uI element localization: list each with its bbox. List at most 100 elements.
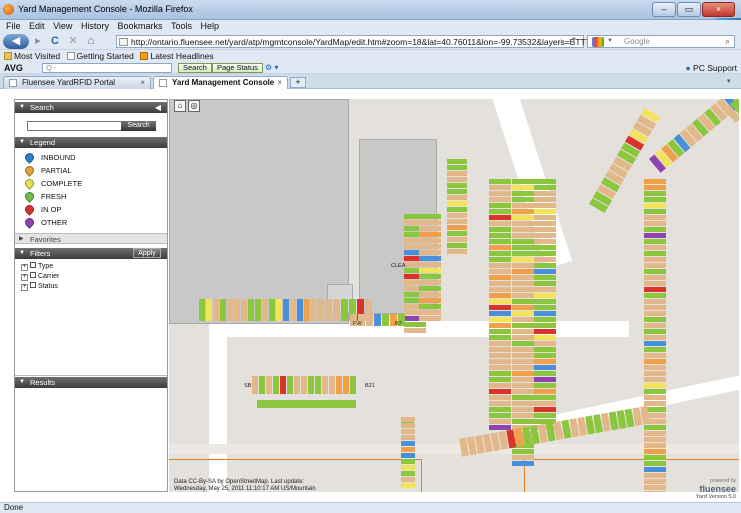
trailer-stall[interactable] [419,292,441,297]
trailer-stall[interactable] [644,335,666,340]
trailer-stall[interactable] [489,239,511,244]
trailer-stall[interactable] [401,459,415,464]
trailer-stall[interactable] [308,376,314,394]
filter-type[interactable]: + Type [21,262,53,272]
trailer-stall[interactable] [644,401,666,406]
trailer-stall[interactable] [404,322,426,327]
trailer-stall[interactable] [322,376,328,394]
trailer-stall[interactable] [325,299,332,321]
trailer-stall[interactable] [341,299,348,321]
trailer-stall[interactable] [644,455,666,460]
trailer-stall[interactable] [534,251,556,256]
trailer-stall[interactable] [512,383,534,388]
trailer-stall[interactable] [512,455,534,460]
bookmark-getting-started[interactable]: Getting Started [66,50,134,62]
trailer-stall[interactable] [512,281,534,286]
search-engine-dropdown-icon[interactable]: ▼ [607,38,613,44]
trailer-stall[interactable] [241,299,247,321]
filter-checkbox[interactable] [30,272,36,278]
trailer-stall[interactable] [401,477,415,482]
layers-icon[interactable]: ◎ [188,100,200,112]
trailer-stall[interactable] [534,347,556,352]
trailer-stall[interactable] [512,317,534,322]
trailer-stall[interactable] [512,239,534,244]
trailer-stall[interactable] [534,353,556,358]
yard-search-input[interactable] [27,121,122,131]
trailer-stall[interactable] [290,299,296,321]
address-bar[interactable]: http://ontario.fluensee.net/yard/atp/mgm… [116,35,596,48]
search-header[interactable]: ▼ Search ◀ [15,102,167,113]
trailer-stall[interactable] [489,365,511,370]
trailer-stall[interactable] [336,376,342,394]
trailer-stall[interactable] [512,329,534,334]
trailer-stall[interactable] [512,401,534,406]
trailer-stall[interactable] [512,419,534,424]
trailer-stall[interactable] [447,249,467,254]
trailer-stall[interactable] [644,437,666,442]
trailer-stall[interactable] [252,376,258,394]
trailer-stall[interactable] [489,251,511,256]
trailer-stall[interactable] [512,287,534,292]
trailer-stall[interactable] [489,203,511,208]
trailer-stall[interactable] [644,443,666,448]
trailer-stall[interactable] [534,407,556,412]
favorites-header[interactable]: ▶ Favorites [15,233,167,244]
trailer-stall[interactable] [644,341,666,346]
trailer-stall[interactable] [489,341,511,346]
trailer-stall[interactable] [644,185,666,190]
trailer-stall[interactable] [489,287,511,292]
trailer-stall[interactable] [419,304,441,309]
trailer-stall[interactable] [644,359,666,364]
trailer-stall[interactable] [512,413,534,418]
trailer-stall[interactable] [644,245,666,250]
trailer-stall[interactable] [294,376,300,394]
expand-plus-icon[interactable]: + [21,284,28,291]
tab-yard-management-console[interactable]: Yard Management Console × [153,76,288,89]
filter-checkbox[interactable] [30,262,36,268]
close-button[interactable]: × [702,2,735,17]
trailer-stall[interactable] [269,299,275,321]
trailer-stall[interactable] [534,395,556,400]
trailer-stall[interactable] [644,209,666,214]
collapse-panel-icon[interactable]: ◀ [155,102,161,113]
trailer-stall[interactable] [489,377,511,382]
trailer-stall[interactable] [419,310,441,315]
trailer-stall[interactable] [287,376,293,394]
trailer-stall[interactable] [227,299,233,321]
trailer-stall[interactable] [534,329,556,334]
trailer-stall[interactable] [644,329,666,334]
trailer-stall[interactable] [447,165,467,170]
trailer-stall[interactable] [644,179,666,184]
trailer-stall[interactable] [644,251,666,256]
trailer-stall[interactable] [206,299,212,321]
trailer-stall[interactable] [489,407,511,412]
trailer-stall[interactable] [419,220,441,225]
trailer-stall[interactable] [301,376,307,394]
legend-header[interactable]: ▼ Legend [15,137,167,148]
trailer-stall[interactable] [644,377,666,382]
trailer-stall[interactable] [534,299,556,304]
trailer-stall[interactable] [401,429,415,434]
trailer-stall[interactable] [534,413,556,418]
trailer-stall[interactable] [644,191,666,196]
trailer-stall[interactable] [401,423,415,428]
close-tab-icon[interactable]: × [277,77,282,88]
trailer-stall[interactable] [315,376,321,394]
trailer-stall[interactable] [419,298,441,303]
trailer-stall[interactable] [266,376,272,394]
trailer-stall[interactable] [512,257,534,262]
trailer-stall[interactable] [447,213,467,218]
trailer-stall[interactable] [512,263,534,268]
trailer-stall[interactable] [534,215,556,220]
trailer-stall[interactable] [644,257,666,262]
trailer-stall[interactable] [489,227,511,232]
trailer-stall[interactable] [534,209,556,214]
trailer-stall[interactable] [419,244,441,249]
trailer-stall[interactable] [512,347,534,352]
trailer-stall[interactable] [534,263,556,268]
trailer-stall[interactable] [489,359,511,364]
trailer-stall[interactable] [512,341,534,346]
trailer-stall[interactable] [276,299,282,321]
trailer-stall[interactable] [534,287,556,292]
bookmark-latest-headlines[interactable]: Latest Headlines [140,50,214,62]
